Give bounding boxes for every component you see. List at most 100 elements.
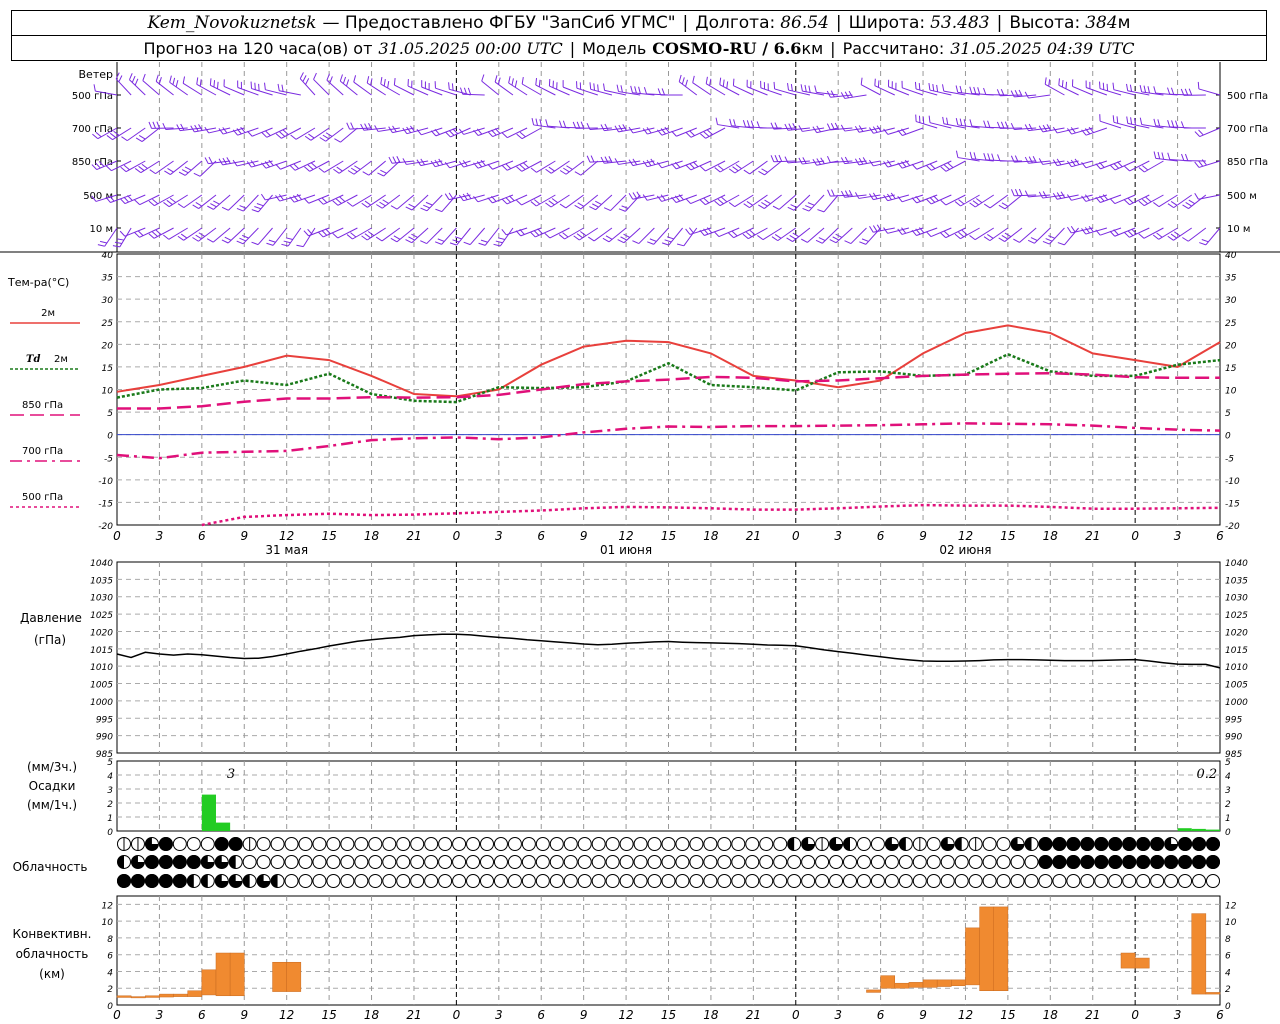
temp-tick-left: 30 (102, 296, 114, 306)
cloud-symbol (1080, 855, 1095, 869)
hour-tick-label: 0 (453, 1008, 461, 1022)
wind-barb-flag (588, 236, 595, 242)
wind-barb (441, 227, 457, 245)
wind-barb-flag (307, 164, 314, 170)
wind-barb-flag (932, 83, 935, 92)
wind-barb-flag (589, 82, 592, 90)
wind-barb-flag (487, 163, 493, 170)
cloud-symbol (340, 874, 355, 888)
hour-tick-label: 15 (321, 529, 336, 543)
conv-bar (201, 969, 217, 996)
cloud-symbol (940, 874, 955, 888)
precip-tick-left: 3 (107, 786, 113, 796)
wind-barb-flag (322, 134, 330, 140)
wind-barb-flag (774, 233, 782, 239)
wind-barb-flag (1171, 120, 1175, 128)
hour-tick-label: 9 (919, 529, 927, 543)
cloud-outline (801, 874, 816, 888)
wind-barb-flag (829, 239, 837, 244)
wind-barb-flag (169, 197, 177, 203)
cloud-outline (968, 855, 983, 869)
wind-barb-flag (321, 230, 328, 236)
cloud-symbol (968, 855, 983, 869)
wind-barb-flag (844, 190, 849, 198)
wind-barb-flag (247, 130, 253, 137)
wind-barb-flag (936, 84, 939, 92)
wind-barb-flag (264, 82, 266, 90)
wind-barb-flag (634, 86, 637, 94)
wind-barb-flag (1127, 230, 1134, 236)
wind-barb-flag (1182, 237, 1189, 242)
cloud-outline (1192, 874, 1207, 888)
cloud-symbol (1108, 837, 1123, 851)
wind-barb (366, 227, 386, 241)
wind-barb-flag (685, 132, 692, 138)
wind-barb-flag (236, 240, 244, 245)
cloud-fill (130, 874, 145, 888)
cloud-symbol (940, 855, 955, 869)
wind-barb-flag (840, 124, 846, 132)
wind-barb (1199, 127, 1221, 138)
wind-barb-flag (1156, 232, 1163, 238)
wind-barb-flag (954, 201, 961, 207)
cloud-symbol (1052, 874, 1067, 888)
wind-barb-flag (647, 241, 654, 245)
wind-barb-flag (728, 232, 734, 239)
hour-tick-label: 12 (958, 1008, 973, 1022)
wind-barb-flag (818, 237, 826, 241)
wind-barb-flag (204, 157, 209, 164)
wind-barb-flag (1170, 87, 1175, 95)
wind-barb (228, 194, 245, 211)
wind-barb-flag (448, 192, 454, 200)
wind-barb-flag (713, 231, 720, 237)
cloud-symbol (368, 855, 383, 869)
cloud-symbol (1038, 837, 1053, 851)
cloud-symbol (144, 837, 159, 851)
wind-barb-flag (505, 197, 511, 203)
cloud-symbol (870, 874, 885, 888)
temp-tick-right: -5 (1225, 454, 1234, 464)
cloud-outline (452, 837, 467, 851)
wind-barb-flag (148, 233, 155, 239)
wind-barb (313, 79, 330, 96)
wind-barb-flag (1045, 238, 1053, 242)
hour-tick-label: 21 (746, 1008, 761, 1022)
cloud-outline (438, 837, 453, 851)
wind-barb (807, 227, 825, 243)
cloud-outline (396, 855, 411, 869)
cloud-symbol (661, 855, 676, 869)
conv-bar (173, 993, 188, 997)
cloud-symbol (591, 855, 606, 869)
cloud-symbol (1164, 855, 1179, 869)
cloud-symbol (898, 837, 913, 851)
cloud-symbol (787, 855, 802, 869)
cloud-outline (1150, 874, 1165, 888)
wind-barb (915, 121, 938, 129)
cloud-symbol (424, 855, 439, 869)
wind-barb-flag (127, 195, 133, 201)
wind-barb-flag (1030, 237, 1038, 241)
cloud-symbol (1178, 874, 1193, 888)
hour-tick-label: 6 (877, 1008, 885, 1022)
wind-barb (469, 227, 486, 245)
wind-barb-flag (123, 164, 130, 171)
cloud-symbol (326, 837, 341, 851)
pressure-tick-left: 1035 (90, 576, 113, 586)
cloud-outline (298, 837, 313, 851)
wind-barb-flag (405, 206, 413, 211)
wind-barb-flag (1170, 200, 1178, 206)
wind-barb-flag (366, 76, 370, 84)
day-label: 02 июня (939, 543, 991, 557)
cloud-outline (563, 837, 578, 851)
wind-barb-flag (1142, 165, 1149, 171)
cloud-outline (996, 837, 1011, 851)
wind-barb-flag (731, 230, 738, 237)
cloud-outline (577, 855, 592, 869)
cloud-outline (843, 855, 857, 869)
wind-barb-flag (382, 199, 389, 204)
wind-barb-flag (1065, 81, 1068, 89)
wind-barb-flag (678, 74, 682, 82)
cloud-symbol (675, 855, 690, 869)
cloud-outline (298, 874, 313, 888)
cloud-symbol (843, 837, 857, 851)
